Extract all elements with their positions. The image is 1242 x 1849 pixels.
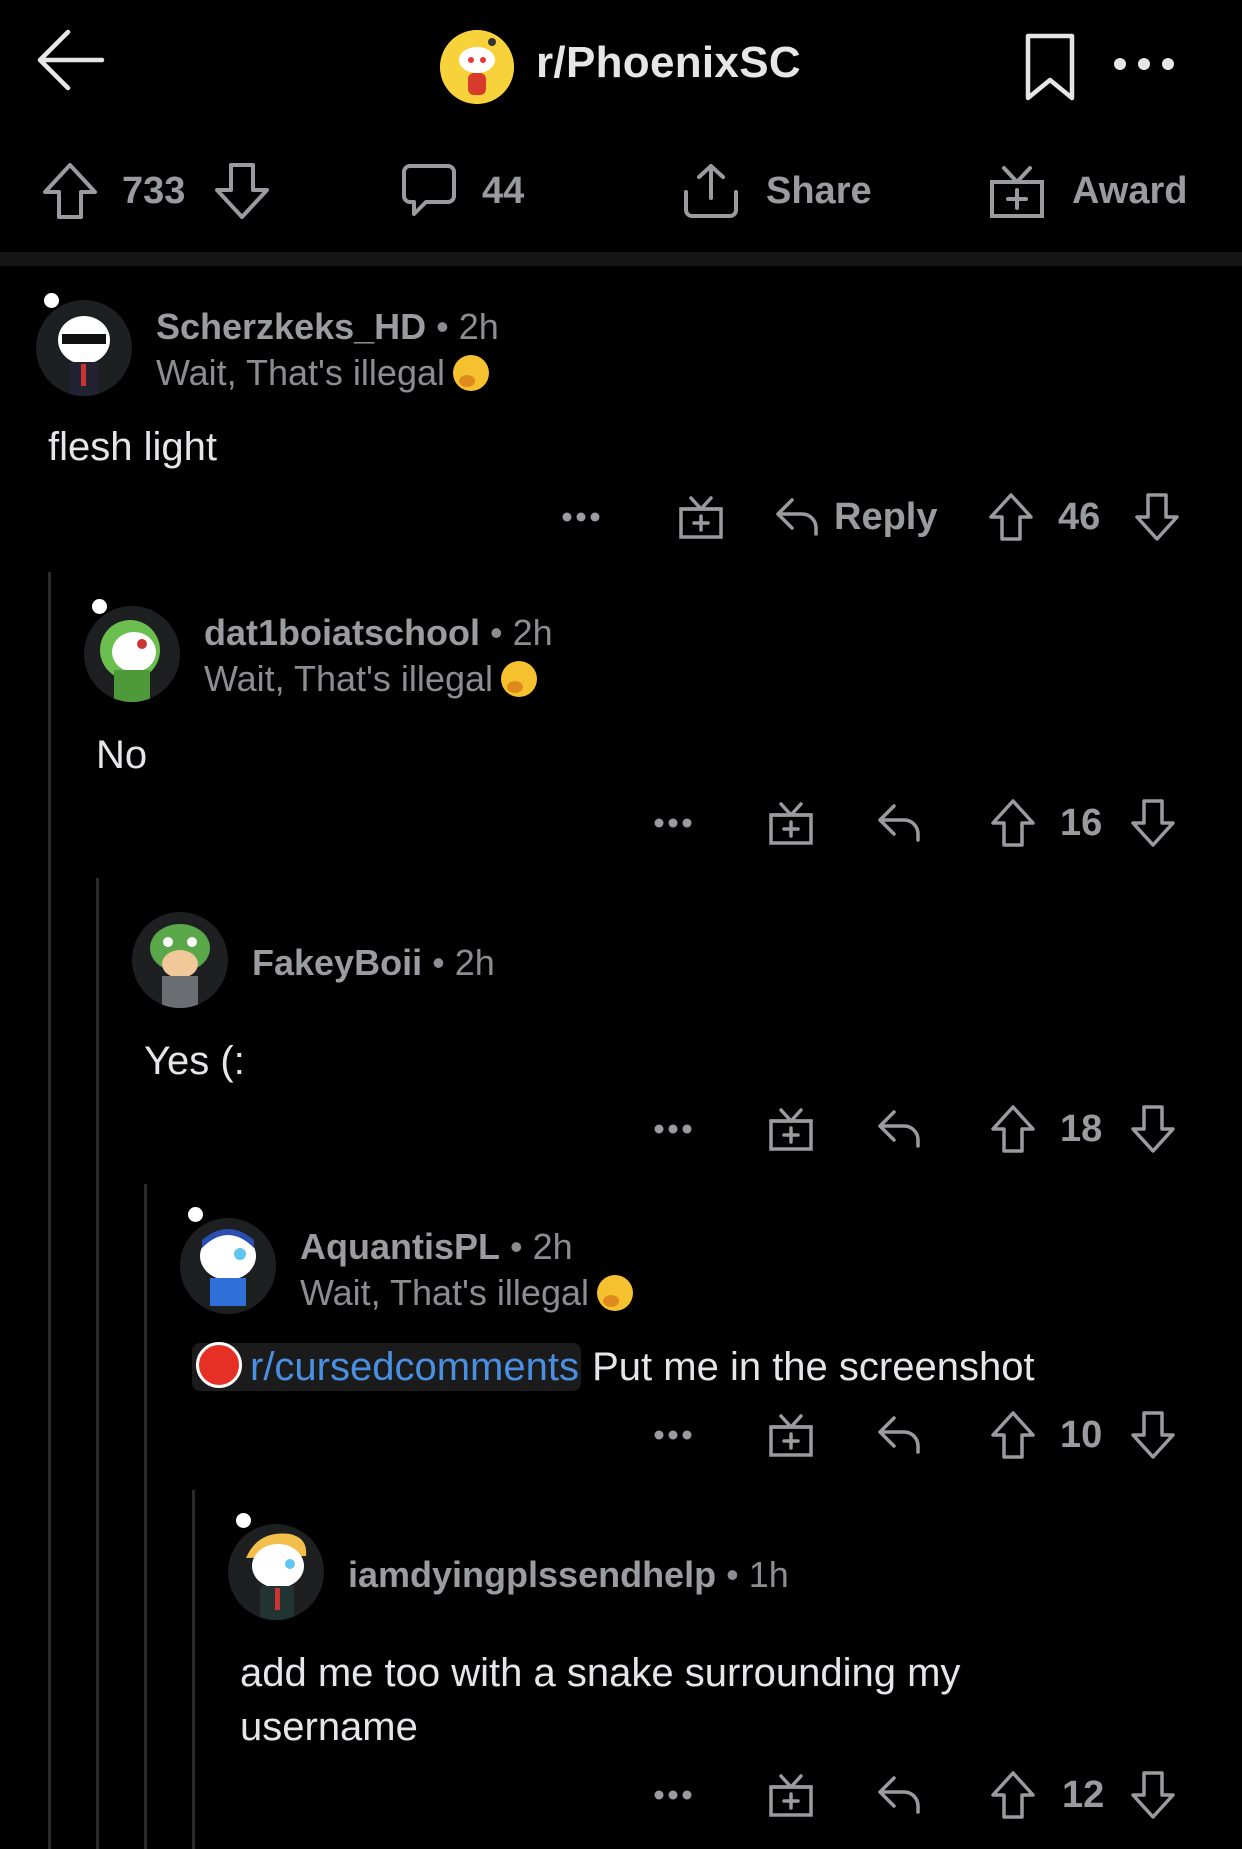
avatar[interactable] bbox=[84, 606, 180, 702]
comment-award-icon[interactable] bbox=[678, 494, 724, 540]
comment-body: No bbox=[96, 733, 148, 777]
subreddit-link[interactable]: r/cursedcomments bbox=[250, 1345, 579, 1389]
post-vote-count: 733 bbox=[122, 170, 186, 212]
comment-award-icon[interactable] bbox=[768, 1772, 814, 1818]
user-flair: Wait, That's illegal bbox=[156, 352, 489, 394]
flair-emoji-icon bbox=[596, 1275, 633, 1311]
username[interactable]: Scherzkeks_HD bbox=[156, 306, 426, 347]
comment-score: 12 bbox=[1062, 1774, 1105, 1816]
comment-body-line: username bbox=[240, 1705, 418, 1749]
upvote-icon[interactable] bbox=[990, 1770, 1036, 1820]
comment-score: 16 bbox=[1060, 802, 1103, 844]
comment-more-icon[interactable] bbox=[652, 816, 694, 830]
comment-award-icon[interactable] bbox=[768, 1106, 814, 1152]
share-icon[interactable] bbox=[682, 162, 740, 220]
back-arrow-icon[interactable] bbox=[32, 22, 108, 98]
online-indicator bbox=[44, 293, 59, 308]
online-indicator bbox=[92, 599, 107, 614]
downvote-icon[interactable] bbox=[1130, 1104, 1176, 1154]
upvote-icon[interactable] bbox=[988, 492, 1034, 542]
comment-meta: FakeyBoii • 2h bbox=[252, 942, 495, 983]
flair-text: Wait, That's illegal bbox=[300, 1272, 589, 1313]
comment-more-icon[interactable] bbox=[652, 1122, 694, 1136]
section-divider bbox=[0, 252, 1242, 266]
comment-more-icon[interactable] bbox=[652, 1788, 694, 1802]
comment-body: r/cursedcomments Put me in the screensho… bbox=[192, 1340, 1035, 1394]
comment-body: Yes (: bbox=[144, 1039, 245, 1083]
username[interactable]: FakeyBoii bbox=[252, 942, 422, 983]
comment-count: 44 bbox=[482, 170, 525, 212]
avatar[interactable] bbox=[36, 300, 132, 396]
comment-age: 2h bbox=[458, 306, 499, 347]
comment-age: 1h bbox=[748, 1554, 789, 1595]
reply-button[interactable]: Reply bbox=[834, 496, 937, 539]
flair-emoji-icon bbox=[452, 355, 489, 391]
comment-award-icon[interactable] bbox=[768, 800, 814, 846]
subreddit-mention[interactable]: r/cursedcomments bbox=[192, 1342, 581, 1391]
bookmark-icon[interactable] bbox=[1024, 32, 1076, 104]
comment-meta: dat1boiatschool • 2h bbox=[204, 612, 553, 653]
downvote-icon[interactable] bbox=[1134, 492, 1180, 542]
comment-meta: Scherzkeks_HD • 2h bbox=[156, 306, 499, 347]
user-flair: Wait, That's illegal bbox=[204, 658, 537, 700]
thread-rail[interactable] bbox=[96, 878, 99, 1849]
downvote-icon[interactable] bbox=[1130, 1410, 1176, 1460]
avatar[interactable] bbox=[228, 1524, 324, 1620]
avatar[interactable] bbox=[132, 912, 228, 1008]
subreddit-icon[interactable] bbox=[440, 30, 514, 104]
comment-score: 18 bbox=[1060, 1108, 1103, 1150]
thread-rail[interactable] bbox=[144, 1184, 147, 1849]
username[interactable]: AquantisPL bbox=[300, 1226, 500, 1267]
flair-text: Wait, That's illegal bbox=[204, 658, 493, 699]
cursedcomments-icon bbox=[196, 1342, 242, 1388]
subreddit-name[interactable]: r/PhoenixSC bbox=[536, 38, 801, 88]
comment-score: 46 bbox=[1058, 496, 1101, 538]
online-indicator bbox=[236, 1513, 251, 1528]
share-label[interactable]: Share bbox=[766, 170, 872, 213]
reply-icon[interactable] bbox=[876, 1106, 922, 1150]
comment-award-icon[interactable] bbox=[768, 1412, 814, 1458]
post-downvote-icon[interactable] bbox=[214, 162, 270, 220]
comment-age: 2h bbox=[454, 942, 495, 983]
comment-text: Put me in the screenshot bbox=[592, 1345, 1035, 1389]
flair-text: Wait, That's illegal bbox=[156, 352, 445, 393]
comments-icon[interactable] bbox=[400, 162, 458, 220]
comment-body-line: add me too with a snake surrounding my bbox=[240, 1651, 961, 1695]
upvote-icon[interactable] bbox=[990, 1104, 1036, 1154]
upvote-icon[interactable] bbox=[990, 798, 1036, 848]
reply-icon[interactable] bbox=[774, 494, 820, 538]
thread-rail[interactable] bbox=[48, 572, 51, 1849]
comment-age: 2h bbox=[512, 612, 553, 653]
post-upvote-icon[interactable] bbox=[42, 162, 98, 220]
reply-icon[interactable] bbox=[876, 1412, 922, 1456]
comment-score: 10 bbox=[1060, 1414, 1103, 1456]
reply-icon[interactable] bbox=[876, 800, 922, 844]
comment-more-icon[interactable] bbox=[652, 1428, 694, 1442]
username[interactable]: iamdyingplssendhelp bbox=[348, 1554, 716, 1595]
comment-meta: AquantisPL • 2h bbox=[300, 1226, 573, 1267]
award-icon[interactable] bbox=[988, 162, 1046, 220]
downvote-icon[interactable] bbox=[1130, 1770, 1176, 1820]
upvote-icon[interactable] bbox=[990, 1410, 1036, 1460]
thread-rail[interactable] bbox=[192, 1490, 195, 1849]
flair-emoji-icon bbox=[500, 661, 537, 697]
award-label[interactable]: Award bbox=[1072, 170, 1187, 213]
avatar[interactable] bbox=[180, 1218, 276, 1314]
more-options-icon[interactable] bbox=[1112, 52, 1176, 76]
username[interactable]: dat1boiatschool bbox=[204, 612, 480, 653]
comment-body: flesh light bbox=[48, 425, 217, 469]
comment-meta: iamdyingplssendhelp • 1h bbox=[348, 1554, 789, 1595]
online-indicator bbox=[188, 1207, 203, 1222]
downvote-icon[interactable] bbox=[1130, 798, 1176, 848]
comment-age: 2h bbox=[532, 1226, 573, 1267]
user-flair: Wait, That's illegal bbox=[300, 1272, 633, 1314]
reply-icon[interactable] bbox=[876, 1772, 922, 1816]
comment-more-icon[interactable] bbox=[560, 510, 602, 524]
